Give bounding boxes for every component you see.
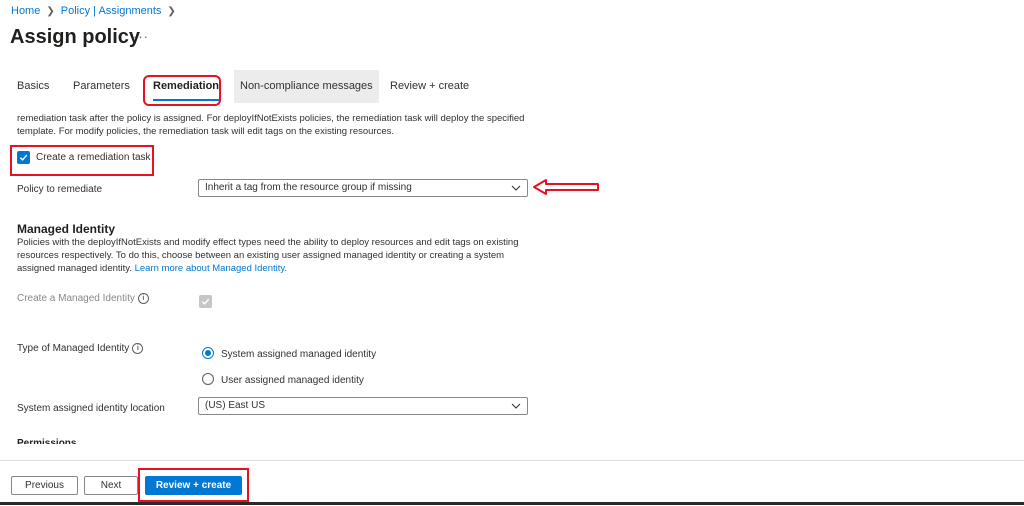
remediation-description-clip: remediation task after the policy is ass… [0, 104, 540, 139]
create-managed-identity-label: Create a Managed Identity [17, 293, 135, 305]
review-create-button[interactable]: Review + create [145, 476, 242, 495]
chevron-down-icon [511, 185, 521, 191]
managed-identity-heading: Managed Identity [17, 222, 116, 236]
create-remediation-task-checkbox[interactable] [17, 151, 30, 164]
chevron-right-icon: ❯ [167, 5, 176, 17]
system-assigned-radio[interactable] [202, 347, 214, 359]
type-of-managed-identity-row: Type of Managed Identity i [17, 343, 144, 355]
create-managed-identity-checkbox [199, 295, 212, 308]
chevron-right-icon: ❯ [46, 5, 55, 17]
more-options-icon[interactable]: ··· [133, 29, 149, 44]
tab-basics[interactable]: Basics [17, 70, 49, 103]
policy-to-remediate-label: Policy to remediate [17, 184, 103, 195]
managed-identity-description: Policies with the deployIfNotExists and … [17, 236, 527, 275]
identity-location-dropdown[interactable]: (US) East US [198, 397, 528, 415]
annotation-arrow-icon [533, 179, 599, 195]
checkmark-icon [19, 154, 28, 161]
tab-remediation[interactable]: Remediation [153, 70, 220, 103]
permissions-heading-cutoff: Permissions [17, 438, 77, 444]
identity-location-value: (US) East US [205, 400, 266, 411]
page-title: Assign policy [10, 26, 141, 48]
info-icon[interactable]: i [132, 343, 144, 354]
tab-parameters[interactable]: Parameters [73, 70, 130, 103]
next-button[interactable]: Next [84, 476, 138, 495]
breadcrumb-policy-link[interactable]: Policy | Assignments [61, 5, 162, 17]
policy-to-remediate-value: Inherit a tag from the resource group if… [205, 182, 412, 193]
active-tab-indicator [153, 99, 220, 101]
create-managed-identity-row: Create a Managed Identity i [17, 293, 149, 304]
tab-non-compliance-messages[interactable]: Non-compliance messages [234, 70, 379, 103]
previous-button[interactable]: Previous [11, 476, 78, 495]
breadcrumb: Home ❯ Policy | Assignments ❯ [11, 5, 176, 17]
checkmark-icon [201, 298, 210, 305]
type-of-managed-identity-label: Type of Managed Identity [17, 343, 130, 355]
identity-location-label: System assigned identity location [17, 403, 165, 414]
info-icon[interactable]: i [137, 293, 149, 304]
footer-bar: Previous Next Review + create [0, 460, 1024, 506]
remediation-description: remediation task after the policy is ass… [17, 113, 525, 137]
user-assigned-radio[interactable] [202, 373, 214, 385]
chevron-down-icon [511, 403, 521, 409]
tab-review-create[interactable]: Review + create [390, 70, 469, 103]
system-assigned-label: System assigned managed identity [221, 349, 377, 360]
breadcrumb-home-link[interactable]: Home [11, 5, 40, 17]
tab-remediation-label: Remediation [153, 80, 220, 92]
policy-to-remediate-dropdown[interactable]: Inherit a tag from the resource group if… [198, 179, 528, 197]
tab-bar: Basics Parameters Remediation Non-compli… [0, 70, 520, 104]
user-assigned-label: User assigned managed identity [221, 375, 364, 386]
learn-more-managed-identity-link[interactable]: Learn more about Managed Identity. [135, 263, 287, 274]
create-remediation-task-label: Create a remediation task [36, 152, 151, 163]
